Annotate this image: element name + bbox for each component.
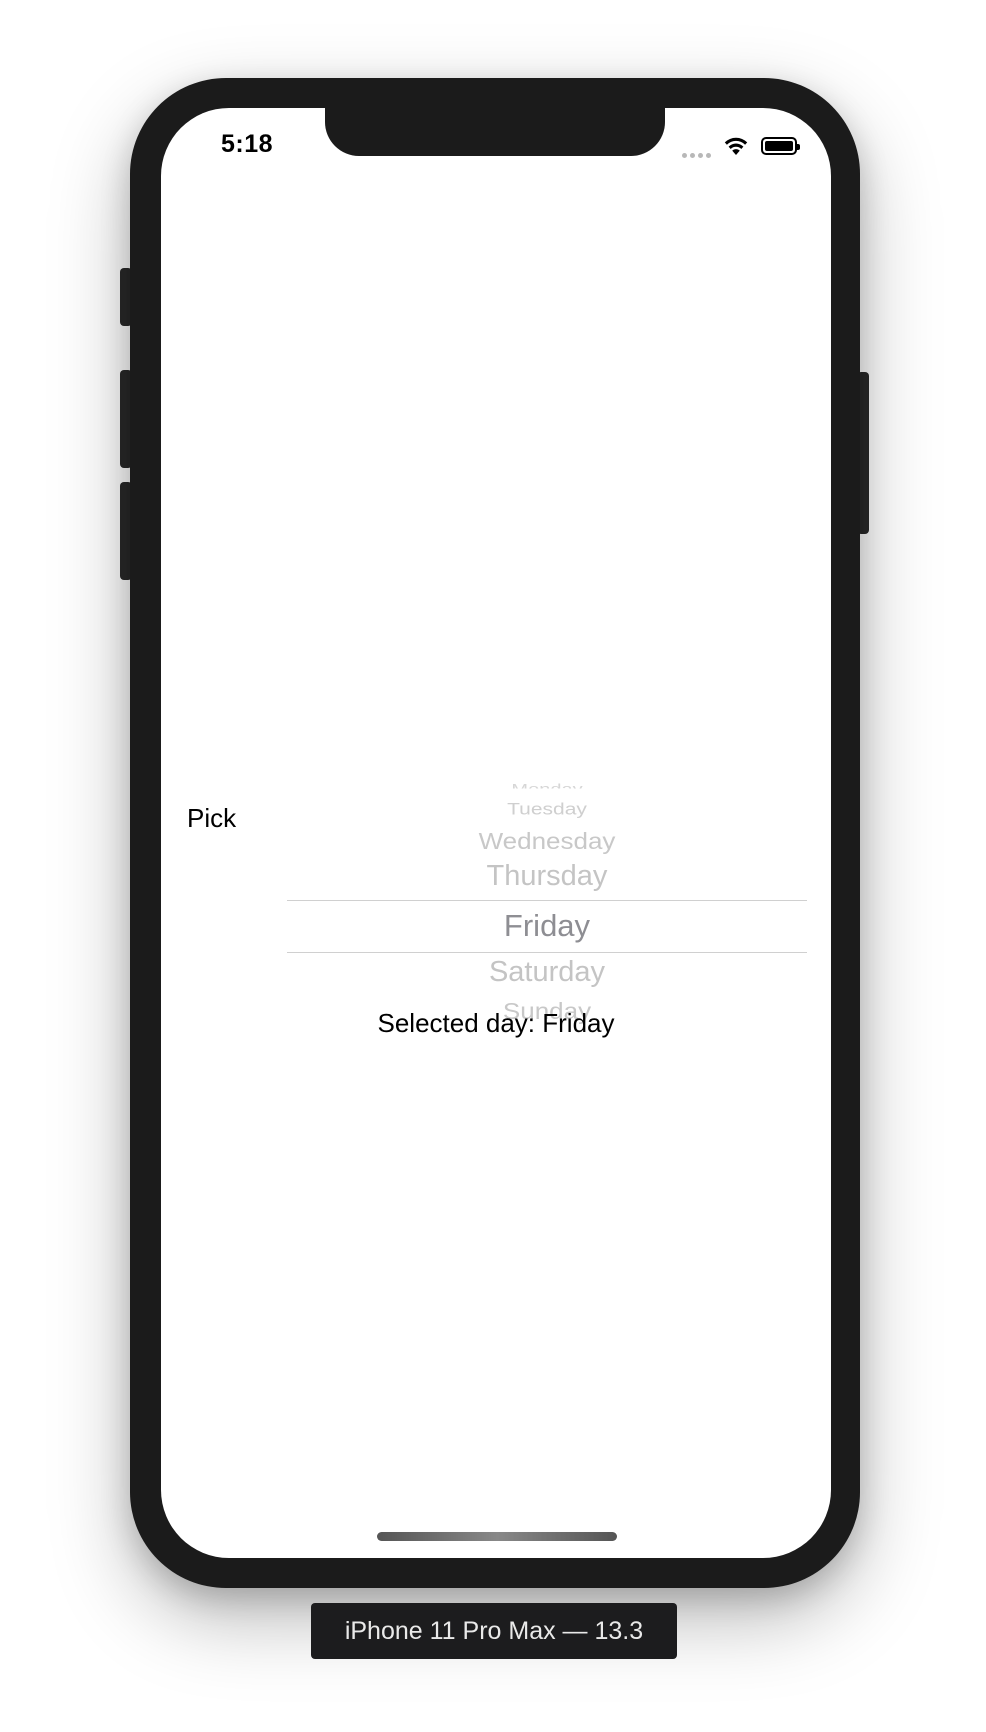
pick-label: Pick xyxy=(187,803,237,833)
wifi-icon xyxy=(724,137,748,155)
cellular-dots-icon xyxy=(682,134,711,158)
picker-item-friday-selected[interactable]: Friday xyxy=(287,908,807,944)
notch xyxy=(325,108,665,156)
home-indicator[interactable] xyxy=(377,1532,617,1541)
device-screen: 5:18 Pick Monday Tuesday Wednesday Thurs… xyxy=(161,108,831,1558)
battery-icon xyxy=(761,137,800,155)
picker-item-monday[interactable]: Monday xyxy=(287,782,807,789)
day-picker[interactable]: Monday Tuesday Wednesday Thursday Friday… xyxy=(287,668,807,1048)
picker-item-tuesday[interactable]: Tuesday xyxy=(287,801,807,820)
picker-item-saturday[interactable]: Saturday xyxy=(287,956,807,989)
picker-item-wednesday[interactable]: Wednesday xyxy=(287,828,807,855)
simulator-stage: 5:18 Pick Monday Tuesday Wednesday Thurs… xyxy=(0,0,986,1732)
status-time: 5:18 xyxy=(221,130,274,158)
simulator-device-label: iPhone 11 Pro Max — 13.3 xyxy=(311,1603,677,1659)
picker-selection-bottom-line xyxy=(287,952,807,953)
picker-selection-top-line xyxy=(287,900,807,901)
selected-day-prefix: Selected day: xyxy=(377,1008,543,1038)
status-icons xyxy=(682,134,800,158)
picker-item-thursday[interactable]: Thursday xyxy=(287,860,807,893)
selected-day-text: Selected day: Friday xyxy=(161,1008,831,1039)
selected-day-value: Friday xyxy=(542,1008,615,1038)
